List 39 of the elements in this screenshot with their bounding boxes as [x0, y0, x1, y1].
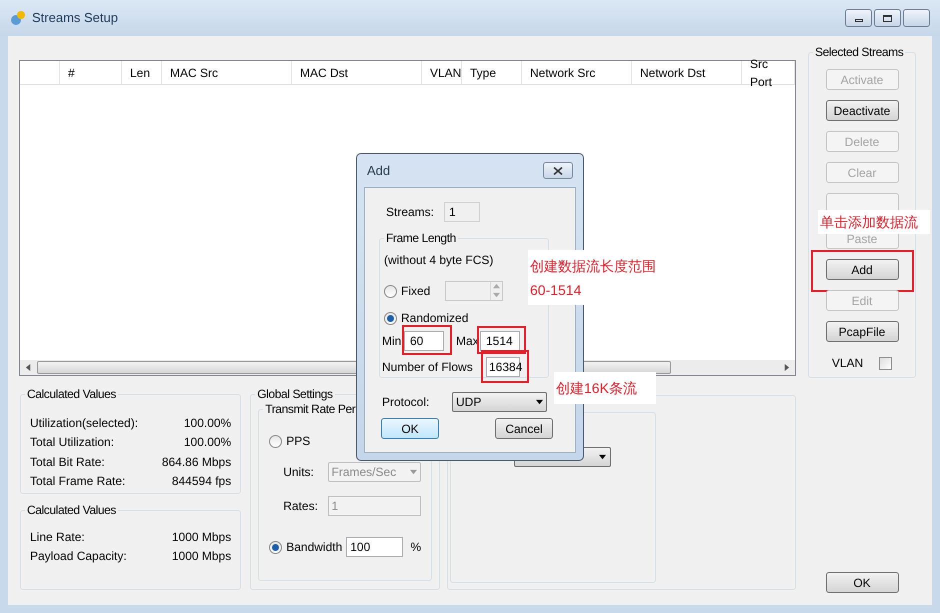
stat-value: 864.86 Mbps [162, 454, 232, 471]
field-label: Number of Flows [382, 359, 474, 376]
group-title: Selected Streams [813, 45, 906, 59]
annotation-text: 创建数据流长度范围 [530, 258, 657, 274]
group-title: Calculated Values [25, 503, 118, 517]
stat-value: 100.00% [184, 414, 232, 432]
window-title: Streams Setup [32, 9, 118, 28]
annotation-text: 单击添加数据流 [820, 214, 919, 230]
checkbox-label: VLAN [832, 355, 864, 372]
group-title: Frame Length [384, 231, 458, 245]
annotation-text: 60-1514 [530, 282, 582, 298]
stat-value: 844594 fps [172, 473, 232, 490]
field-label: Max [456, 333, 480, 350]
field-label: Rates: [283, 498, 319, 515]
stat-value: 100.00% [184, 434, 232, 452]
field-label: Streams: [386, 204, 434, 221]
stat-label: Total Frame Rate: [30, 473, 126, 490]
stat-label: Payload Capacity: [30, 548, 127, 566]
frame-length-note: (without 4 byte FCS) [384, 252, 494, 269]
stat-value: 1000 Mbps [172, 528, 232, 546]
stat-label: Total Utilization: [30, 434, 114, 452]
stat-label: Utilization(selected): [30, 414, 138, 432]
field-label: Protocol: [382, 394, 430, 411]
radio-label: Randomized [401, 310, 468, 327]
annotation-text: 创建16K条流 [556, 380, 638, 396]
radio-label: Bandwidth [286, 539, 342, 556]
group-title: Global Settings [255, 387, 335, 401]
group-title: Transmit Rate Per [263, 402, 358, 416]
unit-label: % [410, 539, 422, 556]
field-label: Min [382, 333, 402, 350]
field-label: Units: [283, 464, 315, 481]
dialog-title: Add [367, 162, 390, 180]
stat-label: Line Rate: [30, 528, 85, 546]
stat-value: 1000 Mbps [172, 548, 232, 566]
group-title: Calculated Values [25, 387, 118, 401]
streams-field: 1 [444, 202, 480, 222]
radio-label: PPS [286, 433, 310, 450]
radio-label: Fixed [401, 283, 432, 300]
stat-label: Total Bit Rate: [30, 454, 105, 471]
